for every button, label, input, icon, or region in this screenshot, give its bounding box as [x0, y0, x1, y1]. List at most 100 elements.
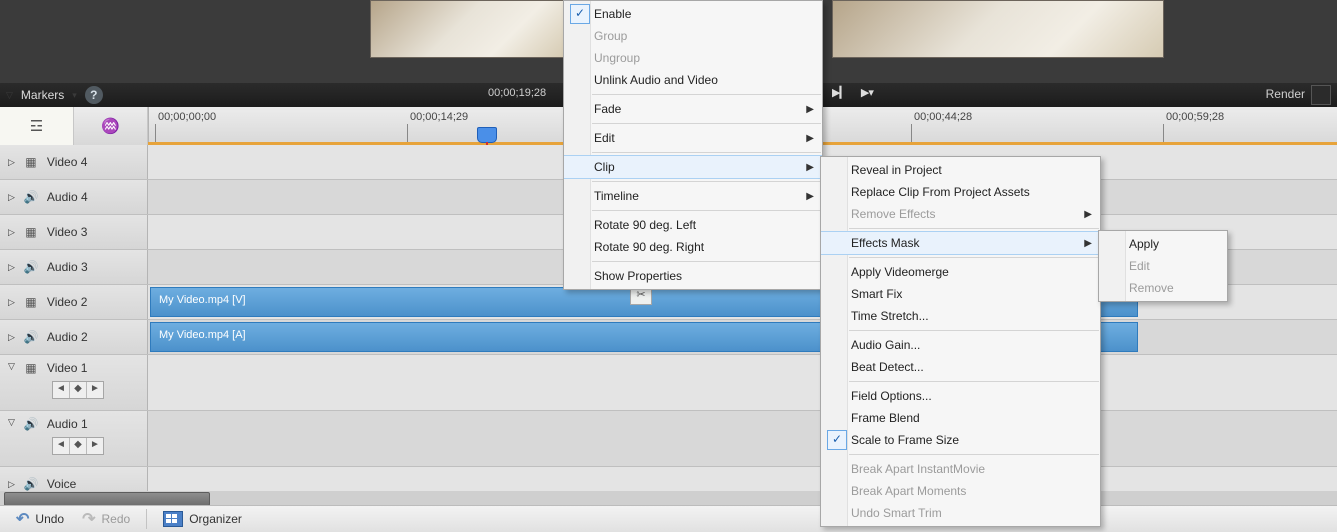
- speaker-icon[interactable]: 🔊: [23, 260, 39, 274]
- context-menu-effects-mask[interactable]: ApplyEditRemove: [1098, 230, 1228, 302]
- menu-item-label: Scale to Frame Size: [851, 433, 959, 447]
- menu-separator: [592, 123, 821, 124]
- timeline-scrollbar-thumb[interactable]: [4, 492, 210, 506]
- menu-item[interactable]: Time Stretch...: [821, 305, 1100, 327]
- tool-timeline-icon[interactable]: ☲: [0, 107, 74, 145]
- menu-item[interactable]: Replace Clip From Project Assets: [821, 181, 1100, 203]
- markers-label[interactable]: Markers: [21, 88, 64, 102]
- track-header[interactable]: ▷ 🔊 Audio 2: [0, 320, 148, 354]
- menu-item[interactable]: Timeline▶: [564, 185, 822, 207]
- menu-separator: [592, 152, 821, 153]
- menu-item-label: Replace Clip From Project Assets: [851, 185, 1030, 199]
- render-button[interactable]: Render: [1266, 87, 1305, 101]
- track-expand-icon[interactable]: ▷: [8, 157, 15, 168]
- menu-item[interactable]: ✓Scale to Frame Size: [821, 429, 1100, 451]
- context-menu-main[interactable]: ✓EnableGroupUngroupUnlink Audio and Vide…: [563, 0, 823, 290]
- track-expand-icon[interactable]: ▷: [8, 332, 15, 343]
- track-expand-icon[interactable]: ▷: [8, 262, 15, 273]
- track-header[interactable]: ▷🔊Audio 3: [0, 250, 148, 284]
- menu-item-label: Edit: [1129, 259, 1150, 273]
- add-keyframe-icon[interactable]: ◆: [70, 382, 87, 398]
- menu-separator: [849, 228, 1099, 229]
- check-icon: ✓: [570, 4, 590, 24]
- next-keyframe-icon[interactable]: ►: [87, 438, 103, 454]
- track-body[interactable]: [148, 355, 1337, 410]
- track-name: Video 4: [47, 155, 87, 169]
- menu-item[interactable]: Fade▶: [564, 98, 822, 120]
- track-header[interactable]: ▷▦Video 3: [0, 215, 148, 249]
- redo-button[interactable]: ↷ Redo: [76, 507, 136, 531]
- filmstrip-icon[interactable]: ▦: [23, 155, 39, 169]
- menu-item[interactable]: Apply: [1099, 233, 1227, 255]
- menu-item[interactable]: Edit ▶: [564, 127, 822, 149]
- menu-item[interactable]: Field Options...: [821, 385, 1100, 407]
- menu-item[interactable]: Clip▶: [564, 155, 822, 179]
- context-menu-clip[interactable]: Reveal in Project Replace Clip From Proje…: [820, 156, 1101, 527]
- speaker-icon[interactable]: 🔊: [23, 417, 39, 431]
- menu-item[interactable]: Reveal in Project: [821, 159, 1100, 181]
- organizer-button[interactable]: Organizer: [157, 509, 248, 529]
- track-expand-icon[interactable]: ▷: [8, 479, 15, 490]
- undo-label: Undo: [35, 512, 64, 526]
- tool-audio-icon[interactable]: ♒: [74, 107, 148, 145]
- track-expand-icon[interactable]: ▽: [8, 361, 15, 372]
- menu-item-label: Edit: [594, 131, 615, 145]
- menu-item-label: Apply: [1129, 237, 1159, 251]
- help-icon[interactable]: ?: [85, 86, 103, 104]
- track-name: Audio 2: [47, 330, 88, 344]
- next-keyframe-icon[interactable]: ►: [87, 382, 103, 398]
- track-row: ▽▦Video 1◄◆►: [0, 355, 1337, 411]
- speaker-icon[interactable]: 🔊: [23, 477, 39, 491]
- timeline-scrollbar[interactable]: [0, 491, 1337, 505]
- submenu-arrow-icon: ▶: [806, 104, 814, 115]
- menu-item[interactable]: Beat Detect...: [821, 356, 1100, 378]
- menu-item[interactable]: ✓Enable: [564, 3, 822, 25]
- filmstrip-icon[interactable]: ▦: [23, 295, 39, 309]
- undo-button[interactable]: ↶ Undo: [10, 507, 70, 531]
- speaker-icon[interactable]: 🔊: [23, 190, 39, 204]
- menu-item[interactable]: Rotate 90 deg. Right: [564, 236, 822, 258]
- menu-item[interactable]: Show Properties: [564, 265, 822, 287]
- submenu-arrow-icon: ▶: [806, 133, 814, 144]
- menu-item[interactable]: Unlink Audio and Video: [564, 69, 822, 91]
- menu-separator: [592, 210, 821, 211]
- menu-item[interactable]: Rotate 90 deg. Left: [564, 214, 822, 236]
- track-header[interactable]: ▷ ▦ Video 2: [0, 285, 148, 319]
- track-expand-icon[interactable]: ▷: [8, 227, 15, 238]
- markers-dropdown-icon[interactable]: ▾: [72, 90, 77, 101]
- track-expand-icon[interactable]: ▽: [8, 417, 15, 428]
- filmstrip-icon[interactable]: ▦: [23, 361, 39, 375]
- goto-marker-icon[interactable]: ▶▾: [861, 86, 873, 99]
- next-frame-icon[interactable]: ▶▎: [832, 86, 847, 99]
- filmstrip-icon[interactable]: ▦: [23, 225, 39, 239]
- speaker-icon[interactable]: 🔊: [23, 330, 39, 344]
- track-header[interactable]: ▷🔊Audio 4: [0, 180, 148, 214]
- add-keyframe-icon[interactable]: ◆: [70, 438, 87, 454]
- playhead[interactable]: [477, 127, 497, 143]
- markers-expand-icon[interactable]: ▽: [6, 90, 13, 101]
- panel-menu-icon[interactable]: [1311, 85, 1331, 105]
- current-timecode: 00;00;19;28: [488, 87, 546, 99]
- menu-item[interactable]: Frame Blend: [821, 407, 1100, 429]
- prev-keyframe-icon[interactable]: ◄: [53, 438, 70, 454]
- prev-keyframe-icon[interactable]: ◄: [53, 382, 70, 398]
- preview-thumb-right: [832, 0, 1164, 58]
- keyframe-nav[interactable]: ◄◆►: [52, 381, 104, 399]
- track-header[interactable]: ▷ ▦ Video 4: [0, 145, 148, 179]
- track-expand-icon[interactable]: ▷: [8, 192, 15, 203]
- menu-item[interactable]: Audio Gain...: [821, 334, 1100, 356]
- menu-item[interactable]: Smart Fix: [821, 283, 1100, 305]
- track-body[interactable]: [148, 411, 1337, 466]
- track-expand-icon[interactable]: ▷: [8, 297, 15, 308]
- menu-item-label: Time Stretch...: [851, 309, 929, 323]
- keyframe-nav[interactable]: ◄◆►: [52, 437, 104, 455]
- track-header[interactable]: ▽🔊Audio 1◄◆►: [0, 411, 148, 466]
- track-body[interactable]: My Video.mp4 [A]: [148, 320, 1337, 354]
- track-header[interactable]: ▽▦Video 1◄◆►: [0, 355, 148, 410]
- menu-item-label: Group: [594, 29, 627, 43]
- menu-item[interactable]: Effects Mask▶: [821, 231, 1100, 255]
- menu-separator: [592, 181, 821, 182]
- menu-item[interactable]: Apply Videomerge: [821, 261, 1100, 283]
- redo-label: Redo: [102, 512, 131, 526]
- track-name: Video 2: [47, 295, 87, 309]
